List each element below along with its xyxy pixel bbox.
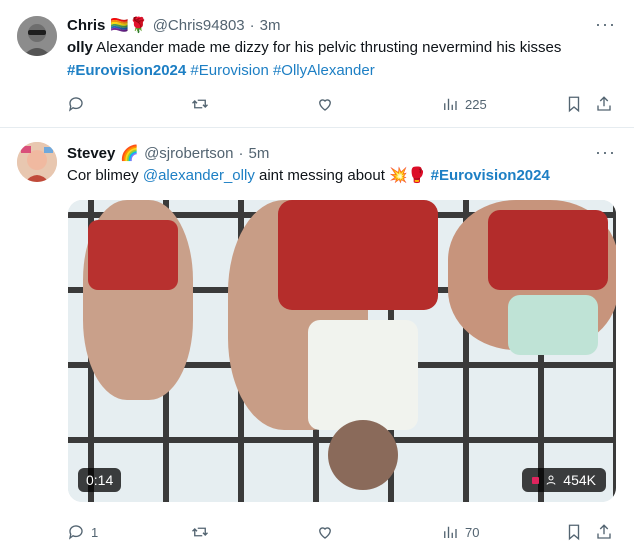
tweet-text: Cor blimey @alexander_olly aint messing … bbox=[67, 164, 612, 187]
like-icon bbox=[319, 99, 331, 111]
share-icon bbox=[597, 96, 611, 111]
tweet-text-lead: olly bbox=[67, 39, 93, 56]
repost-icon bbox=[192, 99, 208, 109]
separator-dot: · bbox=[249, 16, 255, 34]
user-name[interactable]: Chris bbox=[67, 17, 105, 34]
video-figure bbox=[88, 220, 178, 290]
video-figure bbox=[508, 295, 598, 355]
share-icon bbox=[597, 524, 611, 539]
live-indicator-icon bbox=[532, 476, 540, 484]
video-figure bbox=[308, 320, 418, 430]
reply-icon bbox=[68, 525, 83, 540]
tweet-stevey[interactable]: Stevey 🌈 @sjrobertson · 5m ··· Cor blime… bbox=[0, 128, 634, 553]
video-duration: 0:14 bbox=[78, 468, 122, 492]
repost-button[interactable] bbox=[191, 523, 209, 541]
video-player[interactable]: 0:14 454K bbox=[68, 200, 616, 502]
views-icon bbox=[444, 526, 457, 538]
share-button[interactable] bbox=[595, 95, 613, 113]
like-button[interactable] bbox=[316, 95, 334, 113]
reply-icon bbox=[68, 97, 83, 112]
bookmark-button[interactable] bbox=[565, 523, 583, 541]
timestamp[interactable]: 3m bbox=[260, 17, 281, 34]
user-handle[interactable]: @sjrobertson bbox=[144, 145, 233, 162]
video-figure bbox=[328, 420, 398, 490]
avatar[interactable] bbox=[17, 142, 57, 182]
hashtag[interactable]: #Eurovision2024 bbox=[67, 62, 186, 79]
video-view-count: 454K bbox=[563, 472, 596, 488]
video-figure bbox=[278, 200, 438, 310]
reply-count: 1 bbox=[91, 524, 99, 540]
reply-button[interactable] bbox=[67, 95, 91, 113]
bookmark-button[interactable] bbox=[565, 95, 583, 113]
more-icon[interactable]: ··· bbox=[595, 142, 616, 163]
hashtag[interactable]: #Eurovision2024 bbox=[431, 167, 550, 184]
video-figure bbox=[488, 210, 608, 290]
tweet-text-rest: Alexander made me dizzy for his pelvic t… bbox=[92, 39, 562, 56]
views-button[interactable]: 70 bbox=[441, 523, 479, 541]
name-flair: 🏳️‍🌈🌹 bbox=[110, 17, 148, 34]
views-icon bbox=[444, 98, 457, 110]
user-name[interactable]: Stevey bbox=[67, 145, 115, 162]
views-count: 225 bbox=[465, 96, 487, 112]
repost-button[interactable] bbox=[191, 95, 209, 113]
like-icon bbox=[319, 527, 331, 539]
hashtag[interactable]: #OllyAlexander bbox=[273, 62, 375, 79]
share-button[interactable] bbox=[595, 523, 613, 541]
bookmark-icon bbox=[568, 524, 580, 541]
tweet-chris[interactable]: Chris 🏳️‍🌈🌹 @Chris94803 · 3m ··· olly Al… bbox=[0, 0, 634, 128]
avatar[interactable] bbox=[17, 16, 57, 56]
reply-button[interactable]: 1 bbox=[67, 523, 98, 541]
timestamp[interactable]: 5m bbox=[249, 145, 270, 162]
user-handle[interactable]: @Chris94803 bbox=[153, 17, 245, 34]
video-views: 454K bbox=[522, 468, 606, 492]
views-count: 70 bbox=[465, 524, 480, 540]
repost-icon bbox=[192, 527, 208, 537]
hashtag[interactable]: #Eurovision bbox=[190, 62, 268, 79]
views-button[interactable]: 225 bbox=[441, 95, 487, 113]
person-icon bbox=[546, 475, 556, 485]
tweet-text: olly Alexander made me dizzy for his pel… bbox=[67, 36, 612, 82]
mention-link[interactable]: @alexander_olly bbox=[143, 167, 255, 184]
tweet-text-rest: aint messing about 💥🥊 bbox=[254, 167, 431, 184]
more-icon[interactable]: ··· bbox=[595, 14, 616, 35]
name-flair: 🌈 bbox=[120, 145, 140, 162]
like-button[interactable] bbox=[316, 523, 334, 541]
separator-dot: · bbox=[238, 144, 244, 162]
bookmark-icon bbox=[568, 96, 580, 113]
tweet-text-lead: Cor blimey bbox=[67, 167, 143, 184]
